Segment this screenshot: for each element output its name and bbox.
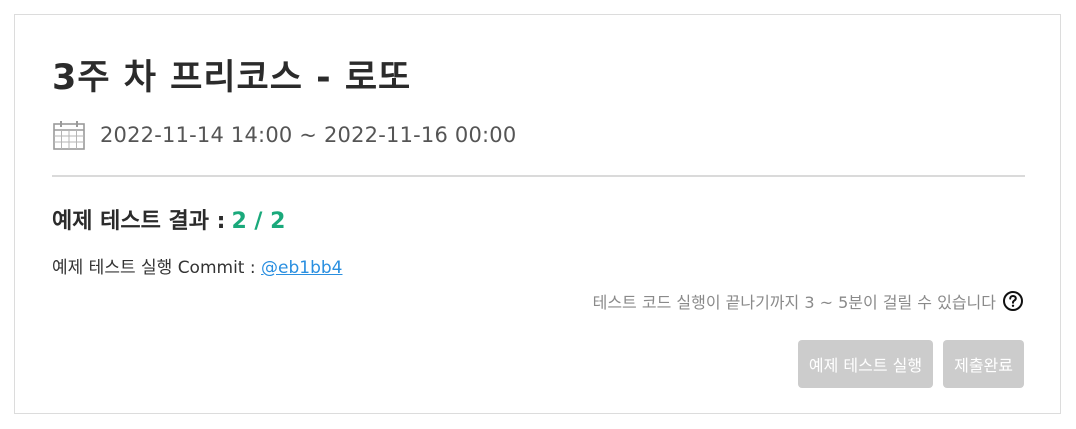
mission-card: 3주 차 프리코스 - 로또 2022-11-14 14:00 ~ 2022-1… bbox=[14, 14, 1061, 414]
notice-text: 테스트 코드 실행이 끝나기까지 3 ~ 5분이 걸릴 수 있습니다 bbox=[592, 293, 996, 312]
mission-period: 2022-11-14 14:00 ~ 2022-11-16 00:00 bbox=[52, 119, 516, 151]
test-result: 예제 테스트 결과 :2 / 2 bbox=[52, 203, 285, 235]
commit-link[interactable]: @eb1bb4 bbox=[261, 258, 342, 278]
divider bbox=[52, 175, 1025, 177]
submit-button[interactable]: 제출완료 bbox=[943, 340, 1024, 388]
commit-label: 예제 테스트 실행 Commit : bbox=[52, 258, 256, 278]
page-title: 3주 차 프리코스 - 로또 bbox=[52, 58, 412, 98]
action-buttons: 예제 테스트 실행 제출완료 bbox=[797, 340, 1024, 388]
calendar-icon bbox=[52, 119, 86, 151]
result-label: 예제 테스트 결과 : bbox=[52, 209, 226, 234]
result-score: 2 / 2 bbox=[231, 209, 286, 234]
commit-info: 예제 테스트 실행 Commit : @eb1bb4 bbox=[52, 253, 342, 278]
period-text: 2022-11-14 14:00 ~ 2022-11-16 00:00 bbox=[100, 123, 517, 147]
help-circle-icon[interactable] bbox=[1002, 290, 1024, 312]
run-test-button[interactable]: 예제 테스트 실행 bbox=[797, 340, 934, 388]
run-time-notice: 테스트 코드 실행이 끝나기까지 3 ~ 5분이 걸릴 수 있습니다 bbox=[593, 289, 1024, 313]
